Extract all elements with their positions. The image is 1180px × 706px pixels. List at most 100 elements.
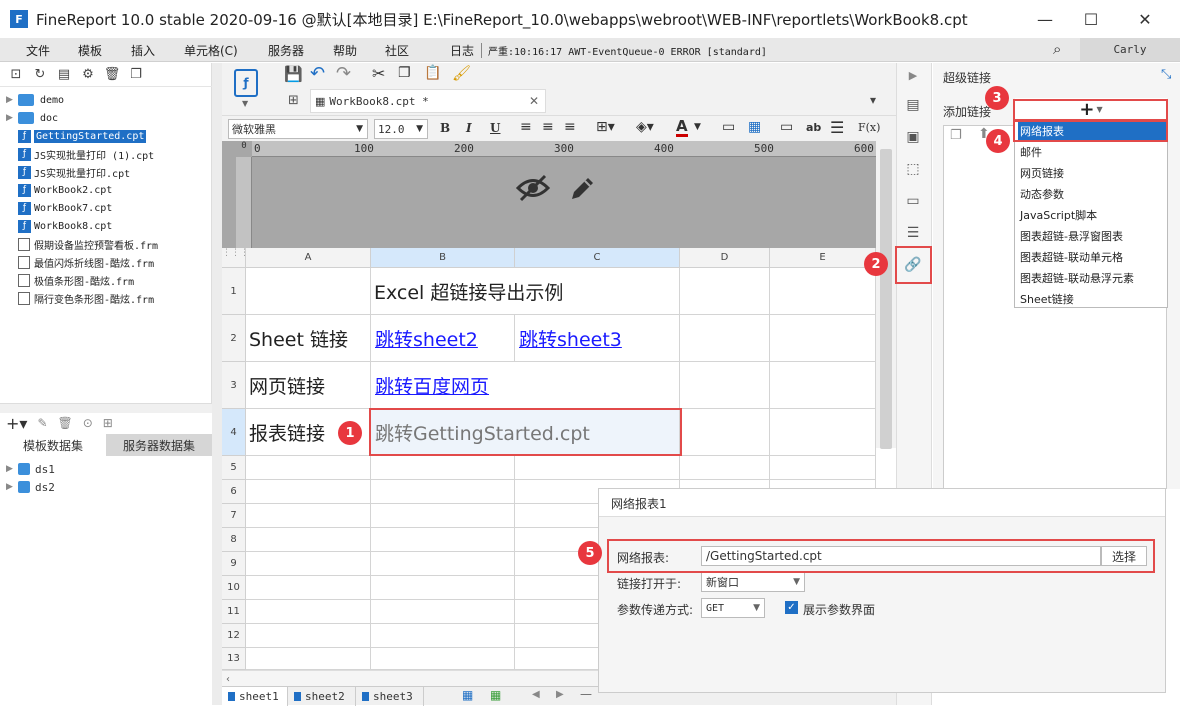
tab-server-dataset[interactable]: 服务器数据集 xyxy=(106,434,212,456)
sheet-options-icon[interactable]: — xyxy=(580,687,592,701)
close-button[interactable]: ✕ xyxy=(1122,0,1168,38)
bold-icon[interactable]: B xyxy=(440,121,450,135)
font-color-icon[interactable]: A xyxy=(676,118,688,137)
cell-b7[interactable] xyxy=(371,504,515,528)
add-dataset-icon[interactable]: +▾ xyxy=(6,414,27,433)
dataset-item[interactable]: ▶ ds2 xyxy=(6,478,55,496)
cell-attribute-icon[interactable]: ▤ xyxy=(900,92,926,118)
link-type-option[interactable]: 图表超链-联动单元格 xyxy=(1018,246,1166,267)
link-type-option[interactable]: 图表超链-悬浮窗图表 xyxy=(1018,225,1166,246)
file-tree-item[interactable]: ƒ JS实现批量打印 (1).cpt xyxy=(6,145,154,163)
row-header[interactable]: 3 xyxy=(222,362,246,409)
hide-eye-icon[interactable] xyxy=(515,173,551,211)
cell-e4[interactable] xyxy=(770,409,876,456)
edit-dataset-icon[interactable]: ✎ xyxy=(37,416,47,430)
sheet-tab[interactable]: sheet2 xyxy=(288,687,356,706)
sheet-tab[interactable]: sheet1 xyxy=(222,687,288,706)
settings-icon[interactable]: ⚙ xyxy=(80,67,96,83)
underline-icon[interactable]: U xyxy=(490,121,500,135)
close-tab-icon[interactable]: ✕ xyxy=(529,94,539,108)
file-tree-item[interactable]: 隔行变色条形图-酷炫.frm xyxy=(6,289,154,307)
collapse-arrow-icon[interactable]: ▶ xyxy=(900,62,926,88)
cell-b1[interactable]: Excel 超链接导出示例 xyxy=(371,268,680,315)
cell-element-property-icon[interactable]: ▣ xyxy=(900,124,926,150)
cell-d2[interactable] xyxy=(680,315,770,362)
save-icon[interactable]: 💾 xyxy=(284,65,303,83)
link-type-option[interactable]: JavaScript脚本 xyxy=(1018,204,1166,225)
maximize-button[interactable]: ☐ xyxy=(1068,0,1114,38)
row-header[interactable]: 4 xyxy=(222,409,246,456)
pin-icon[interactable]: ⤡ xyxy=(1161,67,1171,82)
log-label[interactable]: 日志 xyxy=(450,42,474,59)
cell-a11[interactable] xyxy=(246,600,371,624)
column-header[interactable]: D xyxy=(680,248,770,268)
row-header[interactable]: 2 xyxy=(222,315,246,362)
menu-server[interactable]: 服务器 xyxy=(268,42,304,59)
table-icon[interactable]: ▦ xyxy=(748,119,761,135)
next-sheet-icon[interactable]: ▶ xyxy=(556,689,564,700)
column-header[interactable]: C xyxy=(515,248,680,268)
cell-b11[interactable] xyxy=(371,600,515,624)
file-tree-item[interactable]: ƒ WorkBook7.cpt xyxy=(6,199,112,217)
param-method-select[interactable]: GET ▼ xyxy=(701,598,765,618)
border-icon[interactable]: ⊞▾ xyxy=(596,119,615,135)
file-tree-item[interactable]: ƒ WorkBook8.cpt xyxy=(6,217,112,235)
column-header[interactable]: A xyxy=(246,248,371,268)
row-header[interactable]: 10 xyxy=(222,576,246,600)
row-header[interactable]: 12 xyxy=(222,624,246,648)
scroll-left-icon[interactable]: ‹ xyxy=(226,674,230,685)
format-painter-icon[interactable]: 🖌 xyxy=(452,64,471,82)
row-header[interactable]: 1 xyxy=(222,268,246,315)
font-family-select[interactable]: 微软雅黑 ▼ xyxy=(228,119,368,139)
cell-element-icon[interactable]: ▭ xyxy=(780,119,793,135)
cell-b8[interactable] xyxy=(371,528,515,552)
menu-community[interactable]: 社区 xyxy=(385,42,409,59)
chevron-down-icon[interactable]: ▼ xyxy=(694,122,701,132)
sheet-tab[interactable]: sheet3 xyxy=(356,687,424,706)
cell-a10[interactable] xyxy=(246,576,371,600)
column-header[interactable]: B xyxy=(371,248,515,268)
select-all-corner[interactable]: ⋮⋮⋮ xyxy=(222,248,249,268)
link-type-option[interactable]: 图表超链-联动悬浮元素 xyxy=(1018,267,1166,288)
preview-dataset-icon[interactable]: ⊙ xyxy=(83,416,93,430)
font-size-select[interactable]: 12.0 ▼ xyxy=(374,119,428,139)
minimize-button[interactable]: — xyxy=(1022,0,1068,38)
row-header[interactable]: 6 xyxy=(222,480,246,504)
file-tree-item[interactable]: ƒ WorkBook2.cpt xyxy=(6,181,112,199)
fill-color-icon[interactable]: ◈▾ xyxy=(636,119,654,135)
column-header[interactable]: E xyxy=(770,248,876,268)
link-type-option[interactable]: 邮件 xyxy=(1018,141,1166,162)
text-style-icon[interactable]: ab xyxy=(806,121,821,134)
cell-d1[interactable] xyxy=(680,268,770,315)
cell-a3[interactable]: 网页链接 xyxy=(246,362,371,409)
show-param-checkbox[interactable]: ✓ xyxy=(785,601,798,614)
redo-icon[interactable]: ↷ xyxy=(336,63,351,84)
menu-help[interactable]: 帮助 xyxy=(333,42,357,59)
open-icon[interactable]: ▤ xyxy=(56,67,72,83)
tab-workbook8[interactable]: ▦ WorkBook8.cpt * ✕ xyxy=(310,89,546,113)
cell-e5[interactable] xyxy=(770,456,876,480)
file-tree-item[interactable]: 极值条形图-酷炫.frm xyxy=(6,271,134,289)
file-tree-item[interactable]: 假期设备监控预警看板.frm xyxy=(6,235,158,253)
menu-template[interactable]: 模板 xyxy=(78,42,102,59)
copy-link-icon[interactable]: ❐ xyxy=(950,128,962,143)
add-sheet-icon[interactable]: ▦ xyxy=(462,688,473,702)
cell-a2[interactable]: Sheet 链接 xyxy=(246,315,371,362)
menu-cell[interactable]: 单元格(C) xyxy=(184,42,238,59)
tab-template-dataset[interactable]: 模板数据集 xyxy=(0,434,106,456)
cell-d3[interactable] xyxy=(680,362,770,409)
cell-c2[interactable]: 跳转sheet3 xyxy=(515,315,680,362)
scrollbar-thumb[interactable] xyxy=(880,149,892,449)
cell-d4[interactable] xyxy=(680,409,770,456)
user-badge[interactable]: Carly xyxy=(1080,38,1180,61)
row-header[interactable]: 13 xyxy=(222,648,246,670)
tab-menu-icon[interactable]: ▾ xyxy=(870,93,876,107)
paste-icon[interactable]: 📋 xyxy=(424,65,441,81)
cell-b12[interactable] xyxy=(371,624,515,648)
file-tree-item[interactable]: ▶ demo xyxy=(6,91,64,109)
cell-a13[interactable] xyxy=(246,648,371,670)
undo-icon[interactable]: ↶ xyxy=(310,63,325,84)
cell-b13[interactable] xyxy=(371,648,515,670)
copy-icon[interactable]: ❐ xyxy=(128,67,144,83)
file-tree-item[interactable]: ƒ JS实现批量打印.cpt xyxy=(6,163,130,181)
